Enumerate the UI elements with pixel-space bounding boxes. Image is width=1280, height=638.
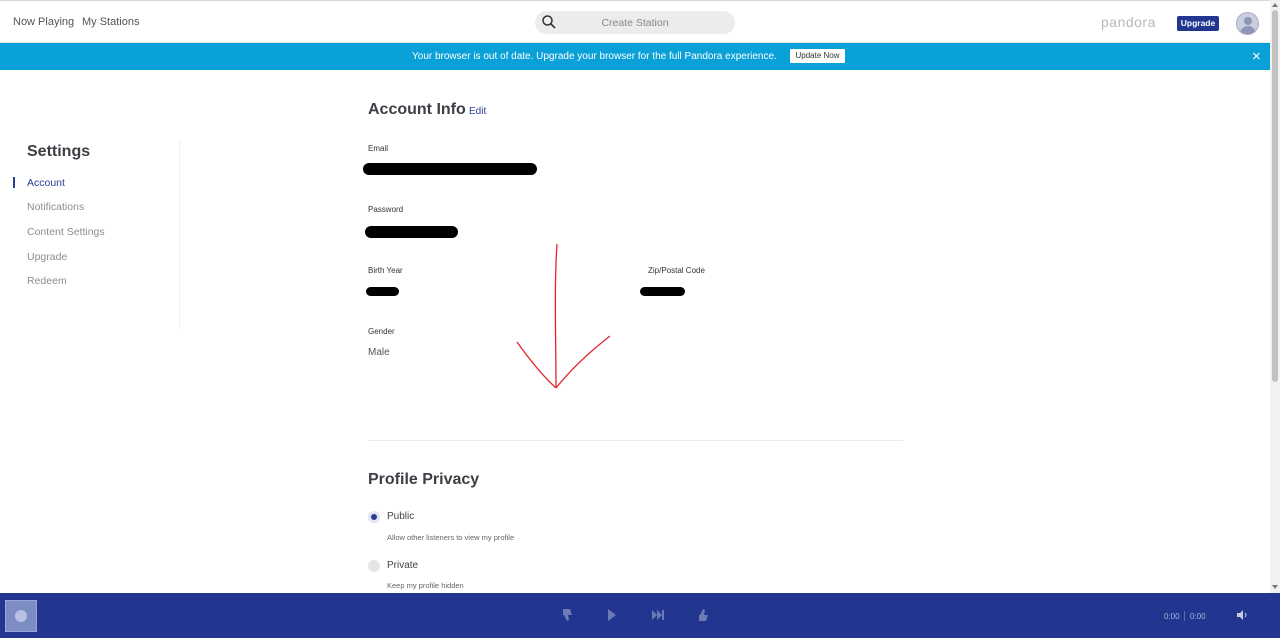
vertical-scrollbar[interactable] [1270, 0, 1280, 593]
red-arrow-annotation [516, 243, 611, 389]
settings-title: Settings [27, 143, 91, 160]
scroll-up-icon[interactable] [1272, 3, 1278, 7]
avatar[interactable] [1236, 12, 1259, 35]
thumbs-down-icon[interactable] [561, 607, 575, 623]
account-info-title: Account Info [368, 101, 466, 118]
volume-icon[interactable] [1236, 609, 1248, 621]
thumbs-up-icon[interactable] [697, 607, 711, 623]
album-art[interactable] [5, 600, 37, 632]
banner-message: Your browser is out of date. Upgrade you… [412, 51, 777, 62]
sidebar-item-upgrade[interactable]: Upgrade [27, 251, 67, 263]
private-description: Keep my profile hidden [387, 581, 464, 590]
nav-now-playing[interactable]: Now Playing [13, 16, 74, 28]
pandora-logo[interactable]: pandora [1101, 14, 1156, 30]
sidebar-item-redeem[interactable]: Redeem [27, 275, 67, 287]
browser-warning-banner: Your browser is out of date. Upgrade you… [0, 43, 1270, 70]
scroll-thumb[interactable] [1272, 10, 1278, 382]
birth-year-redacted [366, 287, 399, 296]
password-redacted [365, 226, 458, 238]
public-description: Allow other listeners to view my profile [387, 533, 515, 542]
zip-label: Zip/Postal Code [648, 266, 705, 275]
upgrade-button[interactable]: Upgrade [1177, 16, 1219, 31]
sidebar-item-notifications[interactable]: Notifications [27, 201, 84, 213]
password-label: Password [368, 205, 404, 214]
top-nav: Now Playing My Stations Create Station p… [0, 0, 1270, 43]
edit-link[interactable]: Edit [469, 106, 486, 117]
sidebar-item-account[interactable]: Account [27, 177, 65, 189]
public-radio[interactable] [368, 511, 380, 523]
private-radio[interactable] [368, 560, 380, 572]
time-separator [1184, 611, 1185, 621]
active-indicator [13, 177, 15, 188]
private-label[interactable]: Private [387, 560, 418, 571]
play-icon[interactable] [606, 607, 618, 623]
player-bar: 0:00 0:00 [0, 593, 1280, 638]
profile-privacy-title: Profile Privacy [368, 471, 480, 488]
close-icon[interactable]: × [1252, 49, 1261, 64]
skip-icon[interactable] [651, 607, 665, 623]
public-label[interactable]: Public [387, 511, 414, 522]
search-placeholder: Create Station [601, 17, 669, 29]
duration-time: 0:00 [1190, 612, 1206, 621]
gender-label: Gender [368, 327, 395, 336]
nav-my-stations[interactable]: My Stations [82, 16, 139, 28]
scroll-down-icon[interactable] [1272, 585, 1278, 589]
email-label: Email [368, 144, 389, 153]
birth-year-label: Birth Year [368, 266, 403, 275]
section-divider [368, 440, 903, 441]
elapsed-time: 0:00 [1164, 612, 1180, 621]
sidebar-item-content-settings[interactable]: Content Settings [27, 226, 105, 238]
email-redacted [363, 163, 537, 175]
sidebar-divider [179, 140, 180, 330]
search-input[interactable]: Create Station [535, 11, 735, 34]
gender-value: Male [368, 347, 390, 358]
update-now-button[interactable]: Update Now [790, 49, 845, 63]
zip-redacted [640, 287, 685, 296]
